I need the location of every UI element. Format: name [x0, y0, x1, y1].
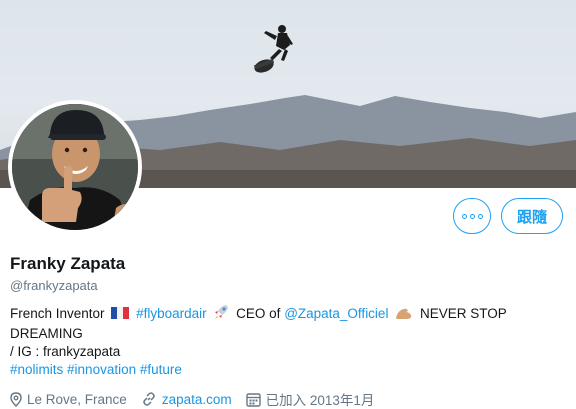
website-link[interactable]: zapata.com [162, 392, 232, 407]
more-options-button[interactable] [453, 198, 491, 234]
location-item: Le Rove, France [10, 392, 127, 407]
hashtag-flyboardair[interactable]: #flyboardair [136, 306, 207, 321]
joined-text: 已加入 2013年1月 [265, 393, 375, 408]
calendar-icon [245, 392, 261, 407]
france-flag-icon [111, 306, 130, 319]
profile-bio: French Inventor #flyboardair CEO of @Zap… [10, 304, 550, 379]
hashtag-innovation[interactable]: #innovation [67, 362, 136, 377]
bio-hashtags: #nolimits #innovation #future [10, 361, 550, 379]
hashtag-nolimits[interactable]: #nolimits [10, 362, 63, 377]
bio-line-1: French Inventor #flyboardair CEO of @Zap… [10, 304, 550, 325]
bio-never-stop: NEVER STOP [419, 306, 507, 321]
bio-line-3: / IG : frankyzapata [10, 344, 121, 359]
mention-zapata-officiel[interactable]: @Zapata_Officiel [284, 306, 388, 321]
rocket-icon [213, 304, 229, 325]
avatar-image [12, 104, 138, 230]
link-icon [143, 392, 155, 406]
joined-item: 已加入 2013年1月 [245, 389, 375, 409]
hashtag-future[interactable]: #future [140, 362, 182, 377]
follow-button-label: 跟隨 [516, 208, 547, 226]
location-text: Le Rove, France [27, 391, 127, 407]
profile-handle[interactable]: @frankyzapata [10, 278, 98, 293]
bio-ceo-text: CEO of [236, 306, 281, 321]
bio-line-2: DREAMING [10, 326, 83, 341]
bio-title: French Inventor [10, 306, 105, 321]
website-item[interactable]: zapata.com [141, 391, 232, 407]
more-icon [461, 213, 483, 219]
profile-name: Franky Zapata [10, 254, 126, 273]
follow-button[interactable]: 跟隨 [501, 198, 563, 234]
flyboard-rider [253, 25, 293, 73]
location-pin-icon [10, 391, 22, 407]
profile-meta: Le Rove, France zapata.com 已加入 2013年1月 [10, 389, 388, 409]
flexed-biceps-icon [395, 306, 413, 325]
avatar[interactable] [8, 100, 142, 234]
